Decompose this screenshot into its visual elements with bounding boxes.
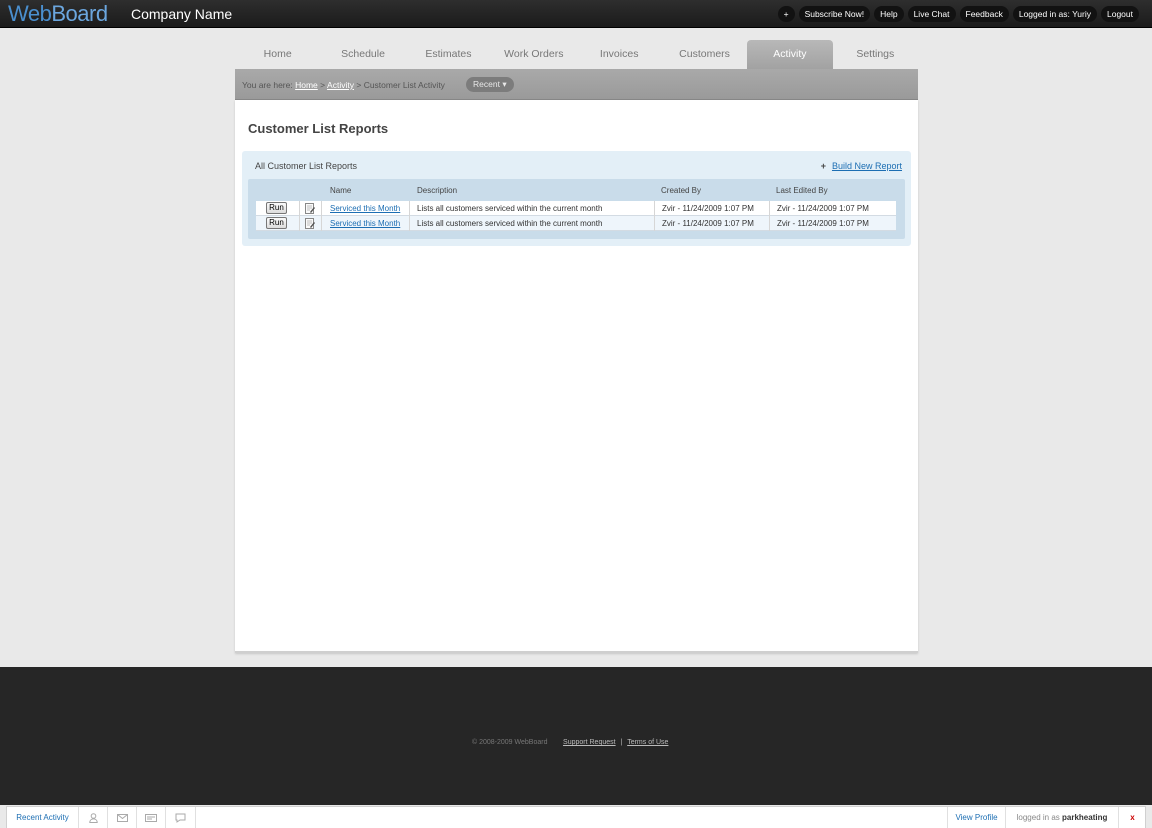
main-nav: Home Schedule Estimates Work Orders Invo… — [235, 40, 918, 69]
footer: © 2008-2009 WebBoard Support Request | T… — [0, 667, 1152, 805]
logout-button[interactable]: Logout — [1101, 6, 1139, 22]
footer-divider: | — [620, 739, 623, 746]
chat-icon[interactable] — [166, 807, 196, 828]
breadcrumb-activity-link[interactable]: Activity — [327, 80, 354, 90]
table-row: Run Serviced this Month Lists all custom… — [256, 216, 896, 231]
run-cell: Run — [256, 216, 300, 231]
build-new-report-label: Build New Report — [831, 161, 902, 171]
breadcrumb-prefix: You are here: — [242, 80, 293, 90]
name-cell: Serviced this Month — [322, 201, 410, 216]
tab-activity[interactable]: Activity — [747, 40, 833, 69]
run-button[interactable]: Run — [266, 217, 287, 229]
user-icon[interactable] — [79, 807, 108, 828]
recent-dropdown[interactable]: Recent ▾ — [466, 77, 514, 92]
logo[interactable]: WebBoard — [8, 1, 108, 27]
reports-panel: All Customer List Reports + Build New Rep… — [242, 151, 911, 246]
name-cell: Serviced this Month — [322, 216, 410, 231]
top-bar: WebBoard Company Name + Subscribe Now! H… — [0, 0, 1152, 28]
breadcrumb-separator: > — [320, 80, 326, 90]
run-button[interactable]: Run — [266, 202, 287, 214]
subscribe-button[interactable]: Subscribe Now! — [798, 6, 871, 22]
logged-in-user[interactable]: Logged in as: Yuriy — [1012, 6, 1097, 22]
report-name-link[interactable]: Serviced this Month — [330, 219, 400, 228]
logo-part-board: Board — [51, 1, 108, 26]
edit-cell — [300, 216, 322, 231]
feedback-button[interactable]: Feedback — [959, 6, 1009, 22]
support-request-link[interactable]: Support Request — [563, 739, 616, 746]
tab-work-orders[interactable]: Work Orders — [491, 40, 576, 69]
tab-invoices[interactable]: Invoices — [577, 40, 662, 69]
tab-settings[interactable]: Settings — [833, 40, 918, 69]
tab-estimates[interactable]: Estimates — [406, 40, 491, 69]
logged-in-username: parkheating — [1062, 813, 1108, 822]
logged-in-status: logged in as parkheating — [1006, 807, 1119, 828]
last-edited-cell: Zvir - 11/24/2009 1:07 PM — [777, 204, 869, 213]
breadcrumb-bar: You are here: Home > Activity > Customer… — [235, 69, 918, 100]
breadcrumb-home-link[interactable]: Home — [295, 80, 318, 90]
edit-document-icon[interactable] — [305, 218, 315, 229]
logo-part-web: Web — [8, 1, 52, 26]
copyright: © 2008-2009 WebBoard — [472, 739, 548, 746]
top-links: + Subscribe Now! Help Live Chat Feedback… — [777, 6, 1139, 22]
terms-of-use-link[interactable]: Terms of Use — [627, 739, 668, 746]
bottom-toolbar: Recent Activity View Profile logged in a… — [6, 806, 1146, 828]
edit-document-icon[interactable] — [305, 203, 315, 214]
tab-home[interactable]: Home — [235, 40, 320, 69]
plus-icon: + — [820, 161, 826, 171]
logged-in-prefix: logged in as — [1016, 813, 1060, 822]
view-profile-link[interactable]: View Profile — [947, 807, 1006, 828]
header-last-edited-by: Last Edited By — [776, 186, 828, 195]
footer-links: © 2008-2009 WebBoard Support Request | T… — [472, 739, 668, 746]
recent-label: Recent — [473, 79, 500, 89]
card-icon[interactable] — [137, 807, 166, 828]
reports-table: Name Description Created By Last Edited … — [248, 179, 905, 239]
header-created-by: Created By — [661, 186, 702, 195]
created-by-cell: Zvir - 11/24/2009 1:07 PM — [655, 201, 770, 216]
help-button[interactable]: Help — [874, 6, 904, 22]
breadcrumb-current: Customer List Activity — [363, 80, 445, 90]
created-by-cell: Zvir - 11/24/2009 1:07 PM — [655, 216, 770, 231]
run-cell: Run — [256, 201, 300, 216]
live-chat-button[interactable]: Live Chat — [907, 6, 956, 22]
close-icon[interactable]: x — [1119, 807, 1146, 828]
recent-activity-link[interactable]: Recent Activity — [7, 807, 79, 828]
company-name: Company Name — [131, 6, 233, 22]
panel-title: All Customer List Reports — [255, 161, 358, 171]
page-title: Customer List Reports — [248, 121, 389, 136]
edit-cell — [300, 201, 322, 216]
tab-schedule[interactable]: Schedule — [320, 40, 405, 69]
report-name-link[interactable]: Serviced this Month — [330, 204, 400, 213]
header-description: Description — [417, 186, 458, 195]
table-row: Run Serviced this Month Lists all custom… — [256, 201, 896, 216]
description-cell: Lists all customers serviced within the … — [410, 216, 655, 231]
last-edited-cell: Zvir - 11/24/2009 1:07 PM — [777, 219, 869, 228]
breadcrumb-separator: > — [356, 80, 362, 90]
build-new-report-link[interactable]: + Build New Report — [821, 161, 902, 171]
chevron-down-icon: ▾ — [502, 79, 507, 89]
mail-icon[interactable] — [108, 807, 137, 828]
table-header: Name Description Created By Last Edited … — [248, 179, 905, 199]
breadcrumb: You are here: Home > Activity > Customer… — [242, 80, 445, 90]
tab-customers[interactable]: Customers — [662, 40, 747, 69]
description-cell: Lists all customers serviced within the … — [410, 201, 655, 216]
main-content: Customer List Reports All Customer List … — [235, 100, 918, 653]
add-button[interactable]: + — [777, 6, 795, 22]
header-name: Name — [330, 186, 352, 195]
